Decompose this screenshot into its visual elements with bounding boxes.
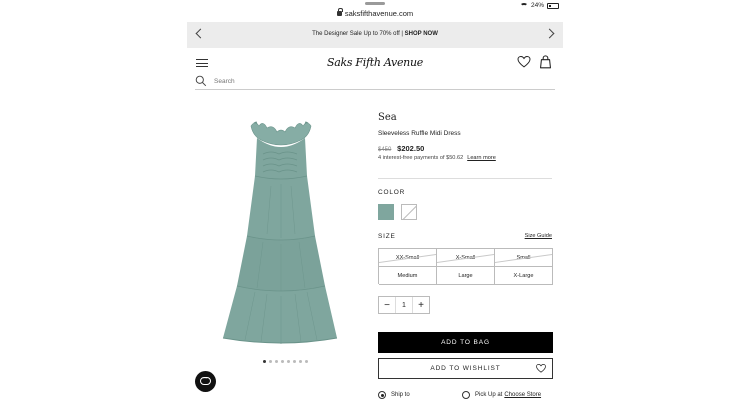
add-to-wishlist-button[interactable]: ADD TO WISHLIST [378, 358, 553, 379]
original-price: $450 [378, 147, 392, 153]
carousel-dot[interactable] [299, 360, 302, 363]
carousel-dot[interactable] [269, 360, 272, 363]
carousel-dots[interactable] [263, 360, 308, 363]
carousel-dot[interactable] [293, 360, 296, 363]
chat-button[interactable] [195, 371, 216, 392]
add-to-bag-button[interactable]: ADD TO BAG [378, 332, 553, 353]
carousel-dot[interactable] [287, 360, 290, 363]
heart-icon [536, 364, 546, 373]
divider [378, 178, 552, 179]
search-bar[interactable] [195, 74, 555, 90]
sale-price: $202.50 [397, 144, 425, 153]
carousel-dot[interactable] [305, 360, 308, 363]
size-guide-link[interactable]: Size Guide [525, 233, 552, 239]
search-input[interactable] [214, 78, 514, 85]
promo-message: The Designer Sale Up to 70% off | [312, 31, 405, 37]
pickup-label: Pick Up at [475, 392, 503, 398]
promo-cta[interactable]: SHOP NOW [405, 31, 438, 37]
size-grid: XX-Small X-Small Small Medium Large X-Large [378, 248, 553, 285]
lock-icon [336, 8, 343, 16]
status-bar: saksfifthavenue.com 24% [187, 0, 563, 20]
battery-percent: 24% [530, 2, 544, 9]
product-page: saksfifthavenue.com 24% The Designer Sal… [187, 0, 563, 400]
product-brand[interactable]: Sea [378, 112, 397, 123]
promo-text[interactable]: The Designer Sale Up to 70% off | SHOP N… [187, 31, 563, 37]
ship-option[interactable]: Ship to [378, 391, 410, 399]
ship-label: Ship to [391, 392, 410, 398]
color-label: COLOR [378, 189, 406, 196]
color-swatch-white[interactable] [401, 204, 417, 220]
search-icon [195, 75, 207, 87]
wishlist-heart-icon[interactable] [517, 56, 531, 68]
color-swatch-sage[interactable] [378, 204, 394, 220]
quantity-minus-button[interactable]: − [379, 297, 395, 313]
size-option[interactable]: X-Small [437, 249, 495, 267]
window-grabber[interactable] [365, 2, 385, 5]
pickup-radio[interactable] [462, 391, 470, 399]
size-label: SIZE [378, 233, 396, 240]
shopping-bag-icon[interactable] [539, 55, 552, 69]
size-option[interactable]: XX-Small [379, 249, 437, 267]
size-option[interactable]: Medium [379, 267, 437, 285]
installment-info: 4 interest-free payments of $50.62 Learn … [378, 155, 496, 161]
carousel-dot[interactable] [275, 360, 278, 363]
quantity-stepper: − 1 + [378, 296, 430, 314]
size-option[interactable]: X-Large [495, 267, 553, 285]
choose-store-link[interactable]: Choose Store [504, 392, 541, 398]
site-logo[interactable]: Saks Fifth Avenue [187, 56, 563, 69]
product-image[interactable] [215, 116, 343, 348]
chat-bubble-icon [200, 375, 211, 385]
carousel-dot[interactable] [281, 360, 284, 363]
quantity-plus-button[interactable]: + [413, 297, 429, 313]
installment-text: 4 interest-free payments of $50.62 [378, 155, 464, 161]
carousel-dot[interactable] [263, 360, 266, 363]
battery-icon [547, 2, 559, 9]
address-bar[interactable]: saksfifthavenue.com [187, 8, 563, 18]
size-option[interactable]: Large [437, 267, 495, 285]
pickup-option[interactable]: Pick Up at Choose Store [462, 391, 541, 399]
promo-banner[interactable]: The Designer Sale Up to 70% off | SHOP N… [187, 22, 563, 48]
status-indicators: 24% [519, 2, 559, 9]
quantity-value[interactable]: 1 [395, 297, 413, 313]
ship-radio[interactable] [378, 391, 386, 399]
add-to-wishlist-label: ADD TO WISHLIST [430, 365, 501, 372]
price-block: $450 $202.50 [378, 144, 424, 153]
wifi-icon [519, 2, 528, 9]
product-name: Sleeveless Ruffle Midi Dress [378, 130, 461, 137]
learn-more-link[interactable]: Learn more [467, 155, 496, 161]
url-text: saksfifthavenue.com [344, 9, 414, 18]
size-option[interactable]: Small [495, 249, 553, 267]
